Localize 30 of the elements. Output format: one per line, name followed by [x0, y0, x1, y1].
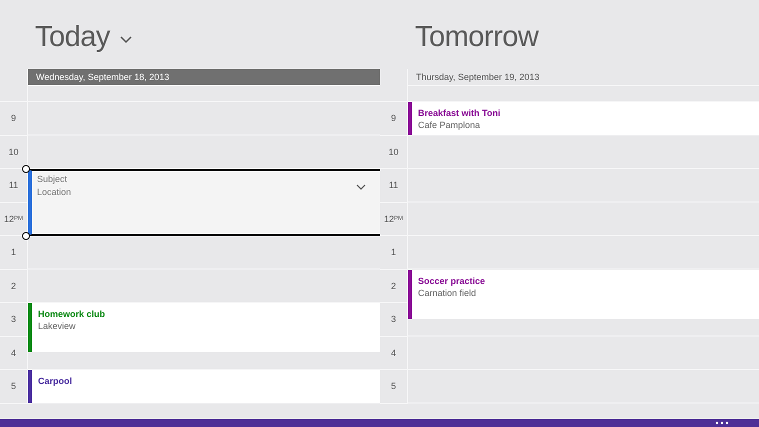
- more-icon[interactable]: [715, 421, 729, 425]
- hour-label: 5: [380, 370, 408, 404]
- hour-label: 2: [0, 270, 28, 303]
- day-title[interactable]: Today: [35, 21, 110, 54]
- hour-label: 1: [380, 236, 408, 270]
- event-location: Lakeview: [38, 321, 76, 331]
- date-header: Thursday, September 19, 2013: [408, 69, 759, 86]
- location-field[interactable]: Location: [37, 187, 237, 197]
- hour-label: 10: [380, 136, 408, 169]
- hour-label: 9: [0, 102, 28, 136]
- chevron-down-icon[interactable]: [356, 184, 366, 190]
- resize-handle[interactable]: [22, 165, 30, 173]
- date-header: Wednesday, September 18, 2013: [28, 69, 380, 86]
- event-location: Carnation field: [418, 288, 476, 298]
- day-title: Tomorrow: [415, 21, 538, 54]
- event-card[interactable]: Homework club Lakeview: [28, 303, 380, 352]
- event-card[interactable]: Breakfast with Toni Cafe Pamplona: [408, 102, 759, 134]
- event-card[interactable]: Soccer practice Carnation field: [408, 270, 759, 319]
- event-card[interactable]: Carpool: [28, 370, 380, 402]
- hour-label: 4: [380, 336, 408, 370]
- event-title: Homework club: [38, 309, 106, 319]
- event-title: Carpool: [38, 376, 72, 386]
- resize-handle[interactable]: [22, 232, 30, 240]
- event-location: Cafe Pamplona: [418, 120, 480, 130]
- hour-label: 11: [380, 169, 408, 202]
- event-title: Soccer practice: [418, 276, 486, 286]
- event-title: Breakfast with Toni: [418, 108, 500, 118]
- new-event-editor[interactable]: Subject Location: [28, 169, 380, 236]
- chevron-down-icon[interactable]: [120, 36, 132, 44]
- subject-field[interactable]: Subject: [37, 174, 237, 184]
